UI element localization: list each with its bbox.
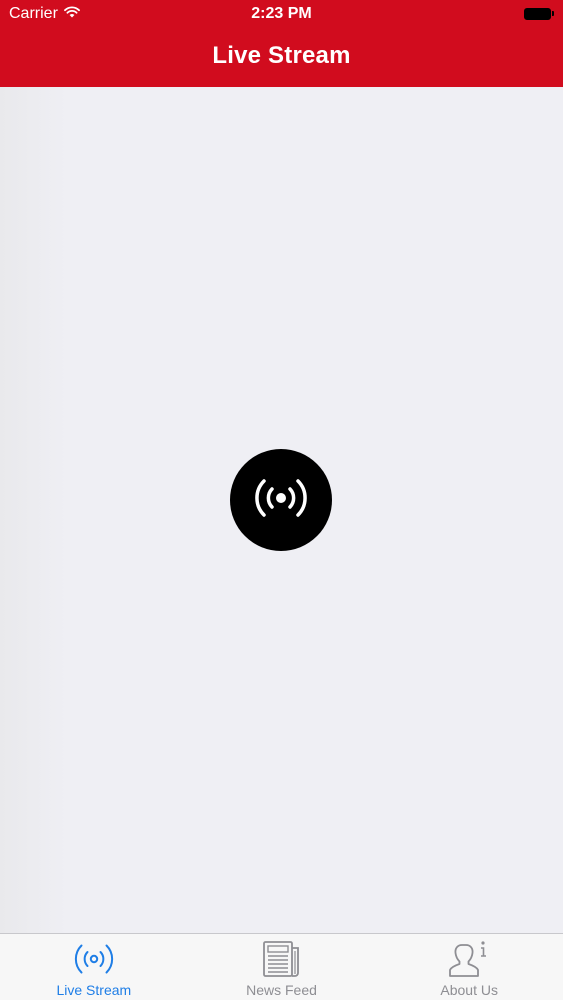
play-live-stream-button[interactable]	[230, 449, 332, 551]
broadcast-icon	[249, 476, 313, 525]
tab-about-us-label: About Us	[440, 982, 498, 998]
broadcast-icon	[72, 938, 116, 980]
battery-icon	[524, 7, 554, 20]
page-title: Live Stream	[212, 42, 351, 69]
tab-news-feed[interactable]: News Feed	[188, 934, 376, 1000]
tab-about-us[interactable]: About Us	[375, 934, 563, 1000]
person-info-icon	[448, 938, 490, 980]
tab-news-feed-label: News Feed	[246, 982, 317, 998]
status-bar: Carrier 2:23 PM	[0, 0, 563, 28]
tab-bar: Live Stream News Feed About Us	[0, 933, 563, 1000]
tab-live-stream[interactable]: Live Stream	[0, 934, 188, 1000]
main-content	[0, 87, 563, 933]
newspaper-icon	[262, 938, 302, 980]
status-time: 2:23 PM	[251, 5, 312, 22]
app-screen: Carrier 2:23 PM Live Stream Live Stream …	[0, 0, 563, 1000]
tab-live-stream-label: Live Stream	[56, 982, 132, 998]
header: Carrier 2:23 PM Live Stream	[0, 0, 563, 87]
